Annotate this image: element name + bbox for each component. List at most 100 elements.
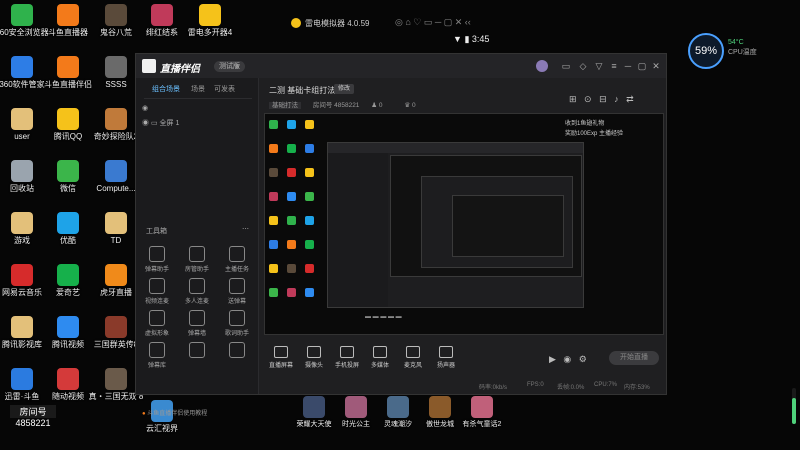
mini-app-icon (287, 216, 296, 225)
app-icon (11, 4, 33, 26)
source-icon (373, 346, 387, 358)
status-fps: FPS:0 (527, 382, 544, 388)
emulator-time: 3:45 (471, 34, 490, 44)
source-icon (439, 346, 453, 358)
watermark-room-label: 房间号 (10, 405, 56, 418)
mini-app-icon (287, 264, 296, 273)
add-icon[interactable]: + (232, 61, 242, 71)
game-shortcut[interactable]: 有杀气童话2 (460, 396, 504, 430)
mini-app-icon (269, 120, 278, 129)
tool-label: 歌词助手 (224, 331, 249, 337)
eye-icon[interactable]: ◉ (142, 105, 148, 112)
start-live-button[interactable]: 开始直播 (609, 351, 659, 365)
tool-item[interactable] (182, 342, 212, 360)
tab-publish[interactable]: 可发表 (214, 84, 235, 94)
emulator-toolbar-icons[interactable]: ◎ ⌂ ♡ ▭ ─ ▢ ✕ ‹‹ (395, 17, 471, 28)
tool-item[interactable]: 虚拟形象 (142, 310, 172, 337)
desktop-icon-label: 云汇视界 (146, 424, 178, 433)
game-icon (345, 396, 367, 418)
category-tag[interactable]: 基础打法 (269, 102, 301, 109)
game-shortcut[interactable]: 灵魂潮汐 (376, 396, 420, 430)
tool-label: 房管助手 (184, 267, 209, 273)
panel-toolbar-icons[interactable]: ⊞ ⊙ ⊟ ♪ ⇄ (569, 94, 634, 105)
app-icon (105, 56, 127, 78)
minimize-icon[interactable]: ─ (623, 61, 633, 71)
tool-item[interactable]: 弹幕库 (142, 342, 172, 369)
game-shortcut[interactable]: 时光公主 (334, 396, 378, 430)
tool-item[interactable]: 弹幕助手 (142, 246, 172, 273)
desktop-icon[interactable]: 雷电多开器4 (180, 4, 240, 38)
scene-row-1[interactable]: ◉ (142, 104, 148, 112)
tool-item[interactable]: 房管助手 (182, 246, 212, 273)
memory-gauge[interactable]: 59% (688, 33, 724, 69)
tool-item[interactable]: 多人连麦 (182, 278, 212, 305)
mini-app-icon (305, 120, 314, 129)
tool-item[interactable]: 歌词助手 (222, 310, 252, 337)
viewer-count: ♟ 0 (371, 102, 383, 109)
tool-item[interactable]: 送弹幕 (222, 278, 252, 305)
app-icon (11, 368, 33, 390)
tool-label: 弹幕助手 (144, 267, 169, 273)
source-icon (274, 346, 288, 358)
app-icon (105, 108, 127, 130)
status-upload: 丢帧:0.0% (557, 385, 585, 391)
app-icon (11, 316, 33, 338)
preview-canvas[interactable]: 收到1鱼翅礼物 奖励100Exp 主播经验 ▬ ▬ ▬ ▬ ▬ (264, 113, 664, 335)
tool-item[interactable]: 主播任务 (222, 246, 252, 273)
notice-text[interactable]: 斗鱼直播伴侣使用教程 (147, 411, 207, 417)
app-icon (57, 316, 79, 338)
nested-left-1 (328, 153, 388, 307)
more-icon[interactable]: ⋯ (242, 225, 249, 233)
tool-icon (149, 278, 165, 294)
game-shortcut[interactable]: 傲世龙城 (418, 396, 462, 430)
tool-item[interactable]: 视频连麦 (142, 278, 172, 305)
app-icon (199, 4, 221, 26)
shirt-icon[interactable]: ▽ (594, 61, 604, 71)
tool-icon (229, 246, 245, 262)
tool-label: 虚拟形象 (144, 331, 169, 337)
game-label: 有杀气童话2 (462, 421, 502, 428)
preview-taskbar: ▬ ▬ ▬ ▬ ▬ (365, 314, 402, 320)
edit-button[interactable]: 修改 (334, 84, 355, 94)
source-label: 扬声器 (436, 363, 455, 369)
tool-label: 视频连麦 (144, 299, 169, 305)
desktop-icon[interactable]: 云汇视界 (132, 400, 192, 434)
tool-item[interactable] (222, 342, 252, 360)
source-button[interactable]: 扬声器 (426, 346, 466, 369)
app-icon (105, 264, 127, 286)
monitor-icon: ▭ (150, 120, 158, 127)
game-shortcut[interactable]: 荣耀大天使 (292, 396, 336, 430)
close-icon[interactable]: ✕ (651, 61, 661, 71)
gift-icon[interactable]: ◇ (578, 61, 588, 71)
cpu-temp-value: 54°C (728, 39, 744, 46)
room-watermark: 房间号 4858221 (10, 405, 56, 428)
nested-window-1 (327, 142, 584, 308)
tab-scene[interactable]: 场景 (191, 84, 205, 94)
menu-icon[interactable]: ≡ (609, 61, 619, 71)
avatar[interactable] (536, 60, 548, 72)
app-icon (57, 368, 79, 390)
app-icon (105, 316, 127, 338)
tool-icon (189, 246, 205, 262)
emulator-titlebar: 雷电模拟器 4.0.59 ◎ ⌂ ♡ ▭ ─ ▢ ✕ ‹‹ (285, 12, 535, 32)
message-icon[interactable]: ▭ (561, 61, 571, 71)
app-icon (105, 160, 127, 182)
wifi-icon: ▼ (453, 34, 462, 44)
room-number: 房间号 4858221 (312, 102, 360, 109)
tutorial-notice[interactable]: ● 斗鱼直播伴侣使用教程 (142, 408, 207, 417)
scene-row-2[interactable]: ◉ ▭ 全屏 1 (142, 118, 179, 128)
cpu-temp-widget: 54°C CPU温度 (728, 38, 757, 58)
record-icons[interactable]: ▶ ◉ ⚙ (549, 354, 587, 365)
room-stats: 基础打法 房间号 4858221 ♟ 0 ♛ 0 (269, 99, 436, 109)
app-icon (11, 108, 33, 130)
app-icon (105, 212, 127, 234)
tool-item[interactable]: 弹幕墙 (182, 310, 212, 337)
scene-row-label: 全屏 1 (159, 120, 180, 127)
status-mem: 内存:53% (624, 385, 650, 391)
mini-app-icon (269, 240, 278, 249)
tools-title: 工具箱 (146, 228, 167, 235)
tool-icon (149, 246, 165, 262)
tab-scene-group[interactable]: 组合场景 (152, 84, 180, 94)
eye-icon[interactable]: ◉ (142, 120, 149, 127)
maximize-icon[interactable]: ▢ (637, 61, 647, 71)
